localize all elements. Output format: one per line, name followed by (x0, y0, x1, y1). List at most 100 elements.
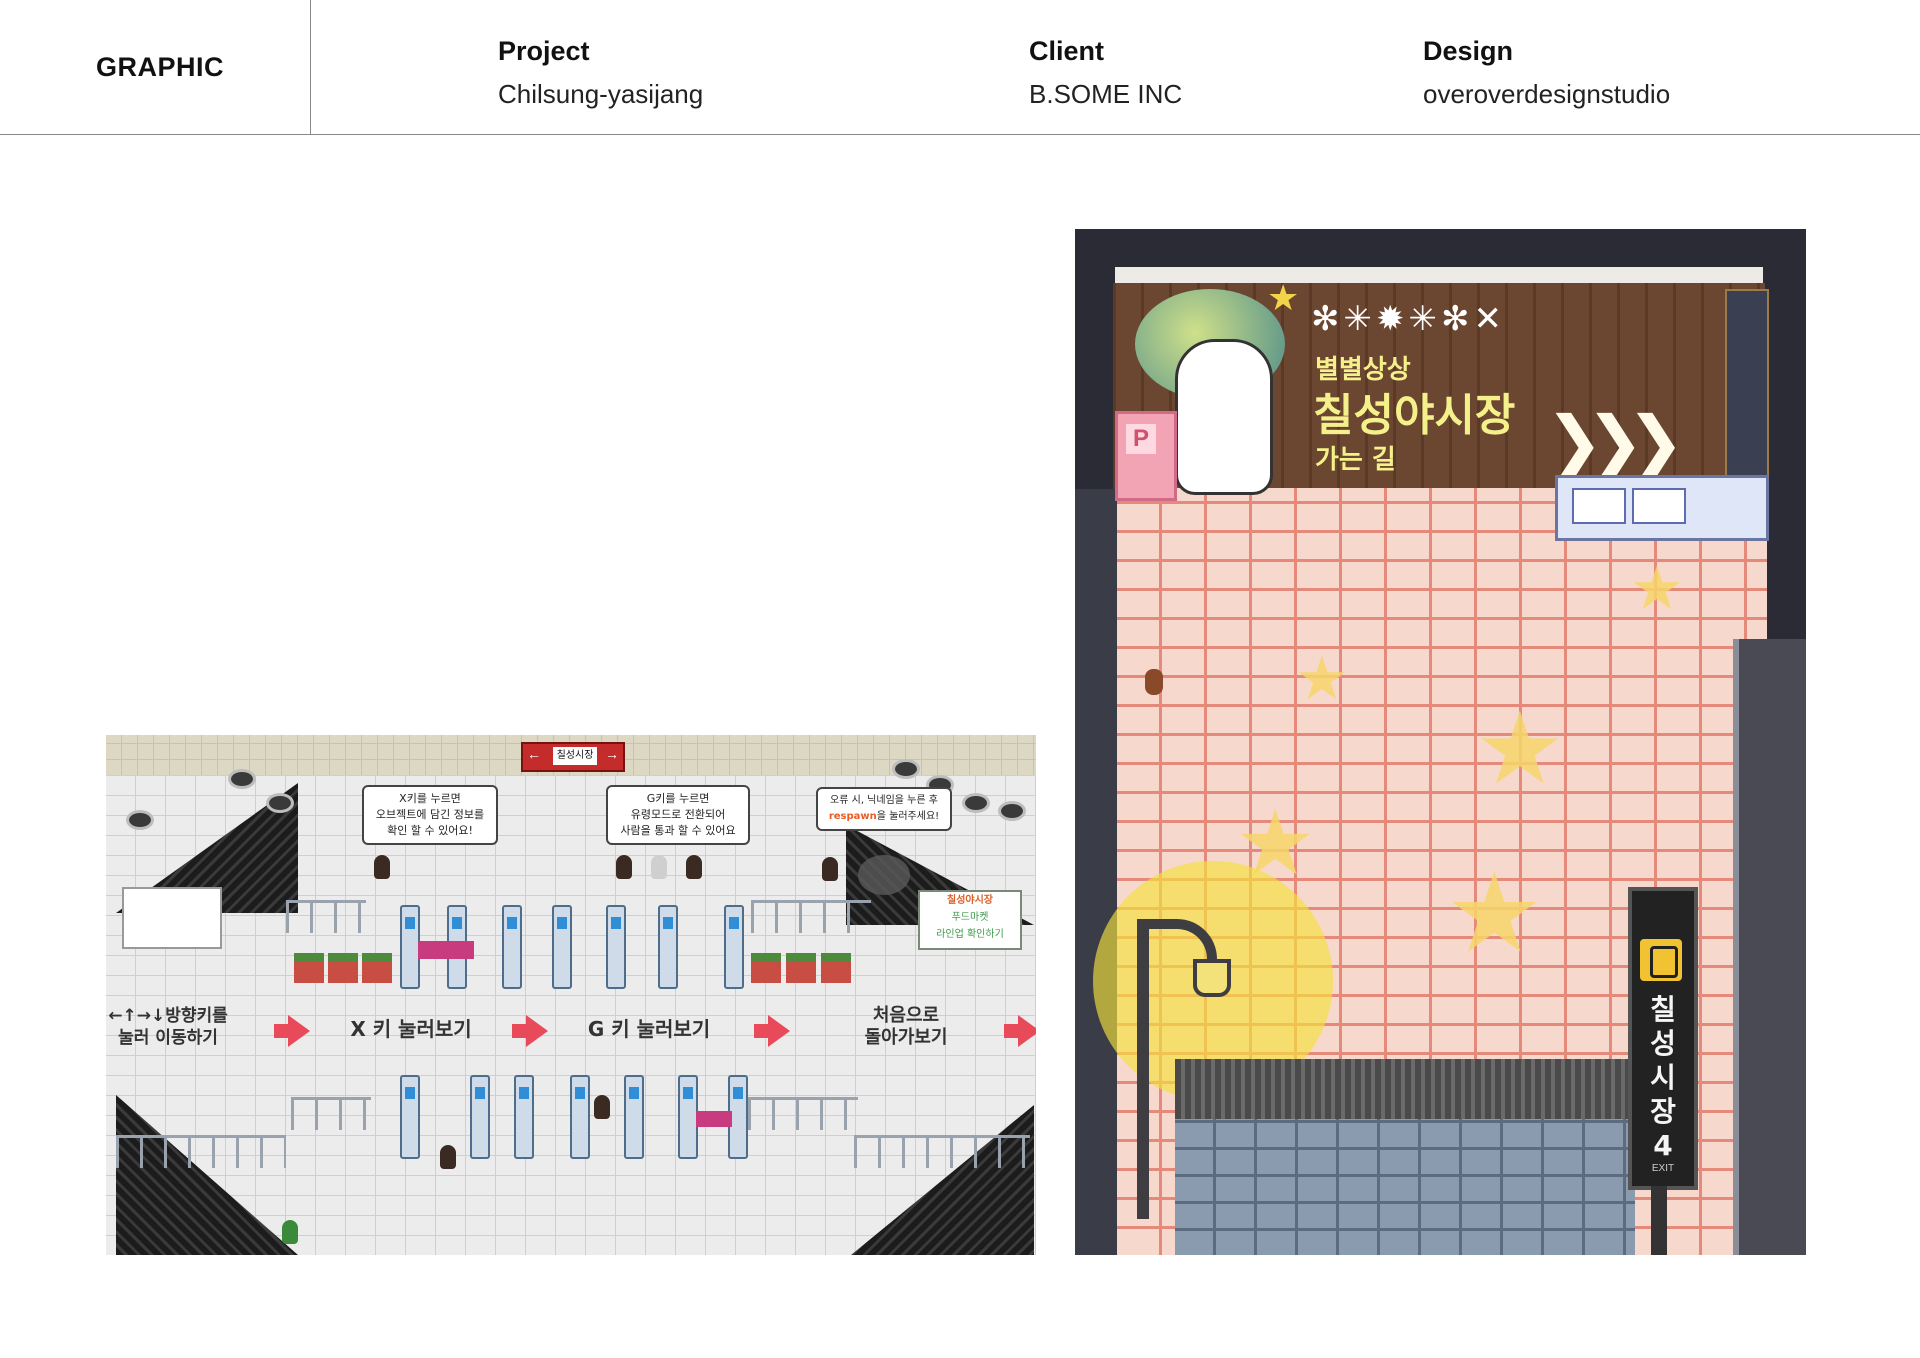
exit-sign: 칠 성 시 장 4 EXIT (1628, 887, 1698, 1190)
project-value: Chilsung-yasijang (498, 79, 704, 109)
awning (1115, 267, 1763, 283)
ghost-character (651, 855, 667, 879)
fence (286, 900, 366, 933)
newspaper-icon (1572, 488, 1626, 524)
step-line: 돌아가보기 (864, 1027, 948, 1048)
market-street-image: ★ ✻✳✹✳✻✕ 별별상상 칠성야시장 가는 길 ❯❯❯ P ★ ★ ★ ★ ★… (1075, 229, 1806, 1255)
exit-char: 4 (1653, 1129, 1673, 1162)
board-line: 라인업 확인하기 (936, 929, 1004, 940)
character (616, 855, 632, 879)
smoke-effect (858, 855, 910, 895)
design-label: Design (1423, 36, 1514, 66)
ceiling-light (962, 793, 990, 813)
parking-sign: P (1115, 411, 1177, 501)
planter (751, 953, 781, 983)
hint-line: X키를 누르면 (399, 792, 461, 805)
banner-main: 칠성야시장 (1313, 390, 1516, 441)
ticket-gate (606, 905, 626, 989)
ticket-gate (678, 1075, 698, 1159)
character (374, 855, 390, 879)
project-info: Project Chilsung-yasijang (498, 36, 703, 110)
respawn-word: respawn (828, 811, 877, 822)
ceiling-light (998, 801, 1026, 821)
hint-line: 오브젝트에 담긴 정보를 (375, 808, 485, 821)
ticket-gate (658, 905, 678, 989)
step-arrow-icon (1004, 1015, 1036, 1047)
exit-char: 칠 (1650, 993, 1676, 1026)
character (594, 1095, 610, 1119)
star-icon: ★ (1445, 852, 1544, 975)
ticket-gate (552, 905, 572, 989)
street-lamp-pole (1137, 929, 1149, 1219)
star-icon: ★ (1267, 277, 1300, 318)
step-arrow-icon (274, 1015, 310, 1047)
ceiling-light (892, 759, 920, 779)
left-curb (1075, 489, 1117, 1255)
character (1145, 669, 1163, 695)
step-x: X 키 눌러보기 (350, 1017, 472, 1041)
hint-bubble-error: 오류 시, 닉네임을 누른 후 respawn을 눌러주세요! (816, 787, 952, 831)
exit-char: 성 (1650, 1027, 1676, 1060)
step-g: G 키 눌러보기 (587, 1017, 711, 1041)
step-arrow-icon (754, 1015, 790, 1047)
lineup-board: 칠성야시장 푸드마켓 라인업 확인하기 (918, 890, 1022, 950)
step-line: ←↑→↓방향키를 (108, 1006, 228, 1026)
gate-barrier (696, 1111, 732, 1127)
station-sign: ← 칠성시장 → (521, 742, 625, 772)
planter (786, 953, 816, 983)
ceiling-light (126, 810, 154, 830)
step-line: 눌러 이동하기 (118, 1028, 218, 1048)
parking-label: P (1126, 424, 1156, 454)
client-value: B.SOME INC (1029, 79, 1183, 109)
ticket-gate (470, 1075, 490, 1159)
header: GRAPHIC Project Chilsung-yasijang Client… (0, 0, 1920, 135)
ceiling-light (266, 793, 294, 813)
planter (362, 953, 392, 983)
character (822, 857, 838, 881)
chevron-right-icon: ❯❯❯ (1545, 403, 1685, 481)
step-back: 처음으로 돌아가보기 (846, 1005, 966, 1049)
board-line: 푸드마켓 (951, 912, 989, 923)
train-icon (1640, 939, 1682, 981)
planter (328, 953, 358, 983)
client-info: Client B.SOME INC (1029, 36, 1182, 110)
planter (294, 953, 324, 983)
ticket-gate (502, 905, 522, 989)
hint-line: 확인 할 수 있어요! (387, 824, 473, 837)
hint-bubble-g: G키를 누르면 유령모드로 전환되어 사람을 통과 할 수 있어요 (606, 785, 750, 845)
sparkle-icons: ✻✳✹✳✻✕ (1311, 300, 1506, 338)
design-value: overoverdesignstudio (1423, 79, 1671, 109)
board-line: 칠성야시장 (947, 895, 993, 906)
fence (116, 1135, 286, 1168)
exit-sign-pole (1651, 1186, 1667, 1255)
exit-char: 장 (1650, 1095, 1676, 1128)
ticket-gate (724, 905, 744, 989)
ticket-gate (514, 1075, 534, 1159)
step-line: 처음으로 (872, 1005, 940, 1026)
stone-pavement (1175, 1119, 1635, 1255)
exit-char: 시 (1650, 1061, 1676, 1094)
info-board (1555, 475, 1769, 541)
star-icon: ★ (1295, 645, 1349, 712)
client-label: Client (1029, 36, 1105, 66)
hint-line: respawn을 눌러주세요! (824, 809, 944, 825)
star-icon: ★ (1475, 693, 1565, 805)
arrow-right-icon: → (605, 746, 619, 762)
ticket-gate (624, 1075, 644, 1159)
station-map-image: ← 칠성시장 → X키를 누르면 오브젝트에 담긴 정보를 확인 할 수 있어요… (106, 735, 1036, 1255)
section-label: GRAPHIC (96, 52, 225, 82)
fence (751, 900, 871, 933)
fence (748, 1097, 858, 1130)
banner-sub: 가는 길 (1315, 445, 1396, 475)
planter (821, 953, 851, 983)
character (686, 855, 702, 879)
fence (291, 1097, 371, 1130)
hint-line: 유령모드로 전환되어 (630, 808, 726, 821)
ceiling-light (228, 769, 256, 789)
design-info: Design overoverdesignstudio (1423, 36, 1670, 110)
entrance-railing (1733, 639, 1806, 1255)
star-icon: ★ (1630, 555, 1684, 622)
lamp-icon (1193, 959, 1231, 997)
hint-line: 사람을 통과 할 수 있어요 (620, 824, 736, 837)
step-move: ←↑→↓방향키를 눌러 이동하기 (106, 1005, 230, 1049)
